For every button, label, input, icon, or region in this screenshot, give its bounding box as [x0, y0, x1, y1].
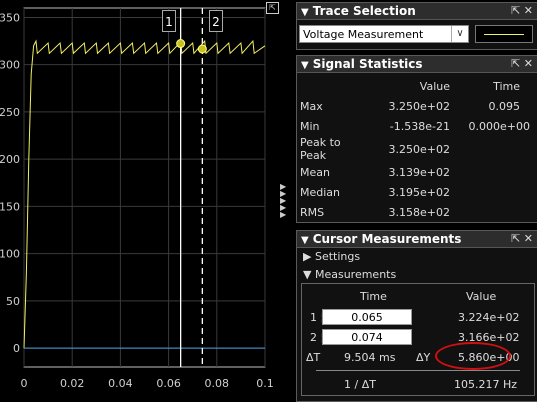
- y-tick-label: 100: [0, 248, 20, 261]
- cursor-1-time-field[interactable]: 0.065: [322, 309, 412, 325]
- stat-label: Peak to Peak: [300, 136, 341, 162]
- expand-icon: ▶: [303, 250, 312, 263]
- delta-t-value: 9.504 ms: [344, 351, 396, 364]
- cursor-marker-1: [176, 39, 186, 49]
- y-tick-label: 350: [0, 11, 20, 24]
- trace-select-dropdown[interactable]: Voltage Measurement ∨: [299, 25, 469, 43]
- stat-label: Mean: [300, 165, 330, 179]
- settings-toggle[interactable]: ▶ Settings: [303, 250, 360, 263]
- cursor-measurements-panel: ▼ Cursor Measurements ⇱ ✕ ▶ Settings ▼ Me…: [296, 230, 537, 402]
- delta-y-label: ΔY: [416, 351, 431, 364]
- statistics-table: Value Time Max 3.250e+02 0.095 Min -1.53…: [300, 76, 532, 222]
- y-tick-label: 0: [13, 342, 20, 355]
- x-tick-label: 0.08: [205, 377, 230, 390]
- stat-time: [460, 136, 532, 162]
- stat-label: Median: [300, 185, 341, 199]
- table-row: Max 3.250e+02 0.095: [300, 96, 532, 116]
- trace-select-value: Voltage Measurement: [303, 28, 424, 41]
- col-value-header: Value: [466, 290, 497, 303]
- panel-controls-icon[interactable]: ⇱ ✕: [511, 56, 533, 72]
- table-row: Min -1.538e-21 0.000e+00: [300, 116, 532, 136]
- stat-value: 3.250e+02: [388, 142, 450, 156]
- panel-controls-icon[interactable]: ⇱ ✕: [511, 3, 533, 19]
- stat-label: RMS: [300, 205, 325, 219]
- divider: [316, 370, 520, 371]
- stat-time: [460, 162, 532, 182]
- collapse-icon[interactable]: ▼: [301, 60, 309, 71]
- undock-icon[interactable]: ⇱: [266, 2, 279, 14]
- panel-title: Trace Selection: [312, 4, 416, 18]
- stat-label: Min: [300, 119, 320, 133]
- col-value-header: Value: [419, 79, 450, 93]
- col-time-header: Time: [493, 79, 520, 93]
- trace-selection-panel: ▼ Trace Selection ⇱ ✕ Voltage Measurement…: [296, 2, 537, 50]
- x-tick-label: 0.02: [60, 377, 85, 390]
- measurements-box: Time Value 1 ¦ 0.065 3.224e+02 2 ¦ 0.074…: [301, 283, 535, 396]
- x-tick-label: 0: [21, 377, 28, 390]
- stat-time: 0.000e+00: [468, 119, 530, 133]
- collapse-icon[interactable]: ▼: [301, 7, 309, 18]
- panel-title: Signal Statistics: [312, 57, 423, 71]
- col-time-header: Time: [360, 290, 387, 303]
- table-row: Median 3.195e+02: [300, 182, 532, 202]
- y-tick-label: 50: [6, 295, 20, 308]
- stat-time: 0.095: [488, 99, 521, 113]
- panel-title: Cursor Measurements: [312, 232, 462, 246]
- stat-value: 3.139e+02: [388, 165, 450, 179]
- table-row: Mean 3.139e+02: [300, 162, 532, 182]
- scope-plot[interactable]: 350 300 250 200 150 100 50 0 0 0.02 0.04 0.06 0.08 0.…: [0, 0, 290, 401]
- y-tick-label: 150: [0, 200, 20, 213]
- panel-controls-icon[interactable]: ⇱ ✕: [511, 231, 533, 247]
- stat-value: 3.250e+02: [388, 99, 450, 113]
- cursor-1-value: 3.224e+02: [458, 311, 520, 324]
- cursor-2-tag[interactable]: 2: [209, 10, 223, 32]
- settings-label: Settings: [314, 250, 361, 263]
- cursor-marker-2: [197, 44, 207, 54]
- y-tick-label: 250: [0, 106, 20, 119]
- collapse-icon[interactable]: ▼: [301, 235, 309, 246]
- cursor-2-time-field[interactable]: 0.074: [322, 329, 412, 345]
- y-tick-label: 200: [0, 153, 20, 166]
- collapse-icon: ▼: [303, 268, 312, 281]
- stat-value: -1.538e-21: [389, 119, 450, 133]
- expand-panel-arrows[interactable]: ▶ ▶ ▶ ▶ ▶: [280, 183, 286, 219]
- scope-axes[interactable]: 350 300 250 200 150 100 50 0 0 0.02 0.04 0.06 0.08 0.…: [0, 0, 290, 401]
- stat-label: Max: [300, 99, 323, 113]
- x-tick-label: 0.06: [156, 377, 181, 390]
- measurements-toggle[interactable]: ▼ Measurements: [303, 268, 396, 281]
- delta-t-label: ΔT: [306, 351, 321, 364]
- y-tick-label: 300: [0, 59, 20, 72]
- stat-value: 3.195e+02: [388, 185, 450, 199]
- table-row: Peak to Peak 3.250e+02: [300, 136, 532, 162]
- cursor-measurements-header[interactable]: ▼ Cursor Measurements ⇱ ✕: [297, 231, 537, 248]
- trace-selection-header[interactable]: ▼ Trace Selection ⇱ ✕: [297, 3, 537, 20]
- measurements-label: Measurements: [314, 268, 397, 281]
- chevron-down-icon[interactable]: ∨: [451, 26, 468, 42]
- x-tick-label: 0.04: [108, 377, 133, 390]
- inverse-delta-t-label: 1 / ΔT: [344, 378, 376, 391]
- annotation-circle: [435, 342, 511, 370]
- table-row: RMS 3.158e+02: [300, 202, 532, 222]
- stat-time: [460, 182, 532, 202]
- x-tick-label: 0.1: [256, 377, 274, 390]
- stat-value: 3.158e+02: [388, 205, 450, 219]
- stat-time: [460, 202, 532, 222]
- signal-statistics-panel: ▼ Signal Statistics ⇱ ✕ Value Time Max 3.…: [296, 55, 537, 223]
- plot-area: [23, 7, 266, 368]
- trace-color-swatch: [475, 25, 533, 43]
- table-header-row: Value Time: [300, 76, 532, 96]
- signal-statistics-header[interactable]: ▼ Signal Statistics ⇱ ✕: [297, 56, 537, 73]
- cursor-1-tag[interactable]: 1: [162, 10, 176, 32]
- inverse-delta-t-value: 105.217 Hz: [454, 378, 518, 391]
